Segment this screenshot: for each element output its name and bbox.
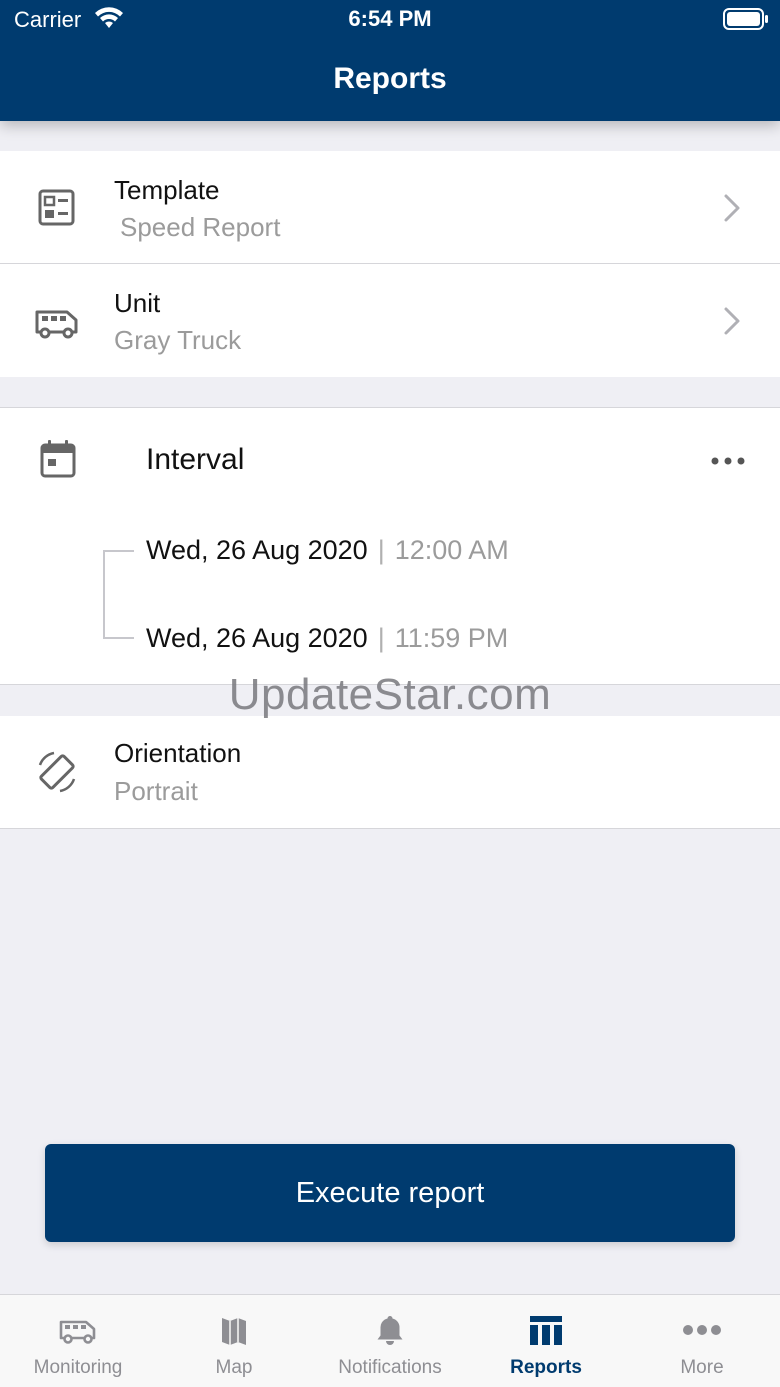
template-icon [38, 189, 75, 226]
interval-end-time: 11:59 PM [394, 623, 509, 653]
template-label: Template [114, 175, 220, 205]
watermark: UpdateStar.com [228, 670, 552, 719]
tab-monitoring[interactable]: Monitoring [0, 1295, 156, 1387]
orientation-value: Portrait [114, 776, 198, 806]
tab-label: Reports [510, 1357, 582, 1378]
tab-notifications[interactable]: Notifications [312, 1295, 468, 1387]
orientation-label: Orientation [114, 738, 242, 768]
chevron-right-icon [724, 194, 740, 222]
map-icon [222, 1318, 246, 1345]
interval-end-date: Wed, 26 Aug 2020 [146, 623, 368, 653]
more-dots-icon [683, 1325, 721, 1335]
interval-start-date: Wed, 26 Aug 2020 [146, 535, 368, 565]
unit-value: Gray Truck [114, 325, 242, 355]
interval-label: Interval [146, 443, 245, 476]
truck-icon [59, 1320, 96, 1344]
separator: | [377, 623, 385, 653]
tab-label: Map [215, 1357, 253, 1378]
separator: | [377, 535, 385, 565]
interval-bracket [103, 550, 134, 639]
tab-reports[interactable]: Reports [468, 1295, 624, 1387]
tab-bar: Monitoring Map Notifications Reports Mor… [0, 1294, 780, 1387]
interval-end[interactable]: Wed, 26 Aug 2020 | 11:59 PM [146, 623, 508, 654]
bell-icon [377, 1316, 403, 1345]
orientation-row[interactable]: Orientation Portrait [0, 716, 780, 829]
navigation-header: Carrier 6:54 PM Reports [0, 0, 780, 121]
chevron-right-icon [724, 307, 740, 335]
reports-icon [530, 1316, 562, 1345]
interval-start-time: 12:00 AM [394, 535, 509, 565]
report-settings-card: Template Speed Report Unit Gray Truck [0, 151, 780, 377]
tab-label: Monitoring [33, 1357, 123, 1378]
status-time: 6:54 PM [348, 6, 432, 31]
more-dots-icon[interactable] [708, 450, 748, 472]
execute-report-button[interactable]: Execute report [45, 1144, 735, 1242]
truck-icon [35, 310, 78, 339]
battery-icon [723, 8, 768, 30]
interval-start[interactable]: Wed, 26 Aug 2020 | 12:00 AM [146, 535, 509, 566]
unit-label: Unit [114, 288, 161, 318]
tab-label: More [680, 1357, 724, 1378]
page-title: Reports [333, 62, 447, 95]
tab-label: Notifications [338, 1357, 442, 1378]
template-value: Speed Report [120, 212, 281, 242]
tab-map[interactable]: Map [156, 1295, 312, 1387]
tab-more[interactable]: More [624, 1295, 780, 1387]
unit-row[interactable]: Unit Gray Truck [0, 264, 780, 377]
calendar-icon [40, 440, 76, 478]
template-row[interactable]: Template Speed Report [0, 151, 780, 264]
rotate-icon [38, 751, 76, 793]
